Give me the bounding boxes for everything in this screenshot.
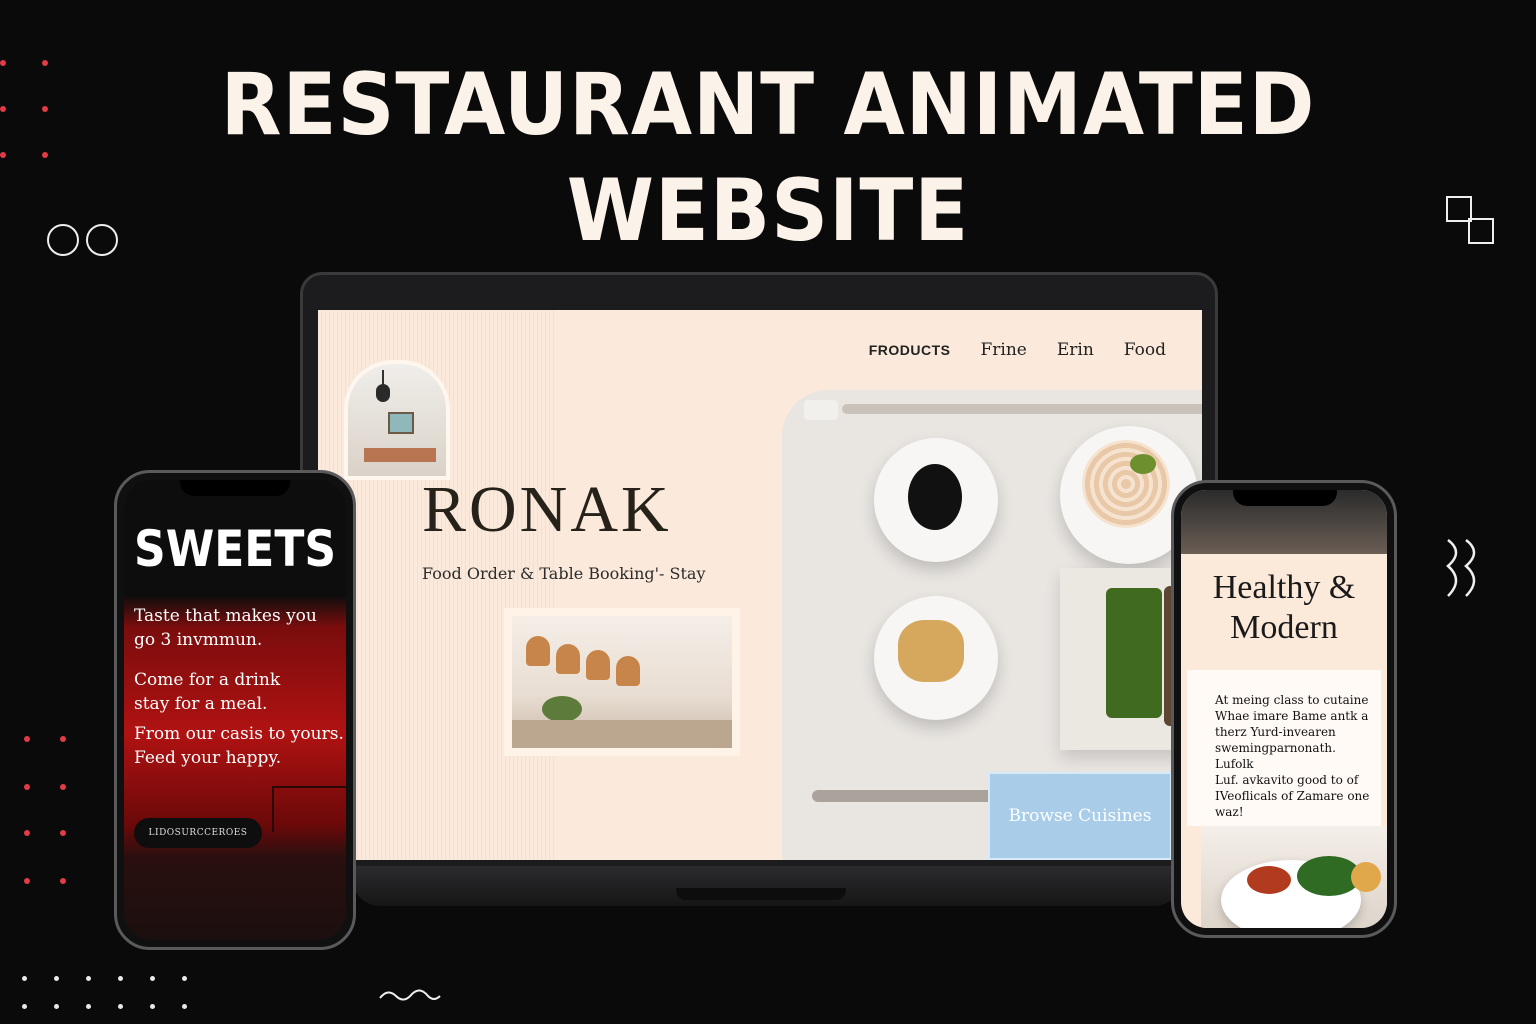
- sweets-line5: From our casis to yours.: [134, 724, 344, 744]
- sweets-line2: go 3 invmmun.: [134, 630, 263, 650]
- laptop-hinge-notch: [676, 888, 846, 900]
- healthy-description: At meing class to cutaine Whae imare Bam…: [1215, 693, 1370, 819]
- sweets-line6: Feed your happy.: [134, 748, 282, 768]
- nav-item-products[interactable]: FRODUCTS: [869, 342, 951, 358]
- sweets-line4: stay for a meal.: [134, 694, 268, 714]
- decor-squiggle-icon: [379, 989, 441, 1001]
- browse-cuisines-button[interactable]: Browse Cuisines: [988, 772, 1172, 860]
- brand-logo: RONAK: [422, 473, 672, 546]
- brand-tagline: Food Order & Table Booking'- Stay: [422, 564, 706, 583]
- nav-item-frine[interactable]: Frine: [980, 340, 1026, 360]
- laptop-base: [352, 866, 1182, 906]
- sweets-line3: Come for a drink: [134, 670, 281, 690]
- top-navigation: FRODUCTS Frine Erin Food: [869, 340, 1166, 360]
- restaurant-interior-image: [504, 608, 740, 756]
- nav-item-erin[interactable]: Erin: [1057, 340, 1094, 360]
- laptop-screen: FRODUCTS Frine Erin Food RONAK Food Orde…: [318, 310, 1202, 860]
- healthy-title-line2: Modern: [1230, 609, 1338, 646]
- headline-line1: RESTAURANT ANIMATED: [220, 55, 1316, 155]
- phone-left-screen: SWEETS Taste that makes you go 3 invmmun…: [124, 480, 346, 940]
- salad-food-image: [1201, 826, 1387, 928]
- nav-item-food[interactable]: Food: [1124, 340, 1166, 360]
- sweets-line1: Taste that makes you: [134, 606, 317, 626]
- healthy-title-line1: Healthy &: [1212, 569, 1356, 606]
- arch-room-image: [344, 360, 450, 480]
- sweets-cta-button[interactable]: LIDOSURCCEROES: [134, 818, 262, 848]
- headline-line2: WEBSITE: [566, 161, 970, 261]
- sweets-title: SWEETS: [134, 520, 337, 578]
- decor-wave-icon: [1446, 539, 1476, 597]
- phone-right-screen: Healthy & Modern At meing class to cutai…: [1181, 490, 1387, 928]
